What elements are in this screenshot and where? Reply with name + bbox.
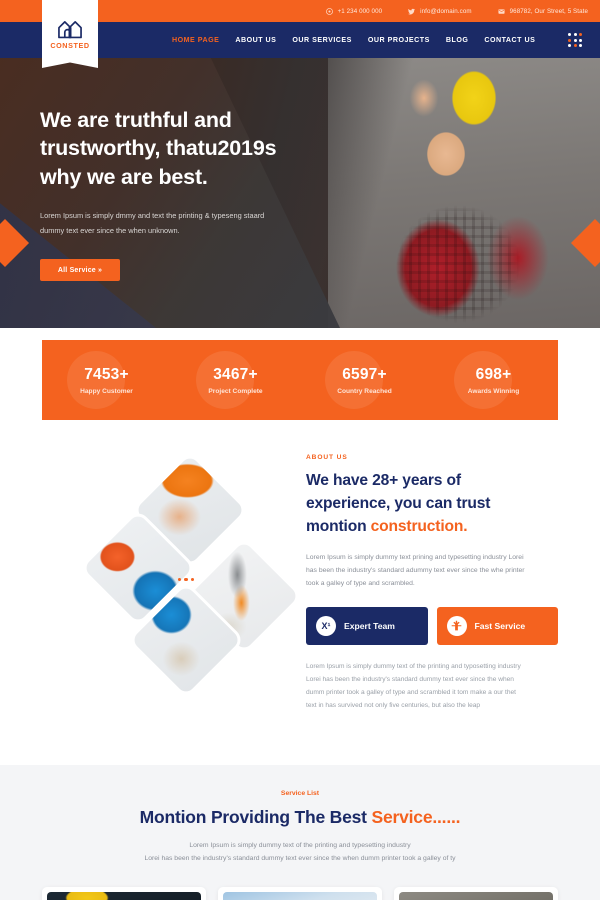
about-paragraph-2-line-3: dumm printer took a galley of type and s… (306, 688, 517, 696)
service-card[interactable] (394, 887, 558, 900)
about-paragraph-1-line-2: has been the industry's standard adummy … (306, 567, 525, 575)
grid-menu-icon[interactable] (568, 33, 582, 47)
topbar-address-text: 968782, Our Street, 5 State (509, 7, 588, 15)
stat-label: Project Complete (208, 387, 263, 395)
hero-content: We are truthful and trustworthy, thatu20… (40, 106, 340, 282)
hero-title-line-1: We are truthful and (40, 108, 232, 132)
about-title: We have 28+ years of experience, you can… (306, 470, 558, 539)
topbar-phone[interactable]: +1 234 000 000 (325, 7, 383, 15)
expert-team-button[interactable]: X¹ Expert Team (306, 606, 428, 645)
about-paragraph-1-line-3: took a galley of type and scrambled. (306, 580, 415, 588)
twitter-icon (408, 8, 416, 15)
stat-number: 7453+ (84, 365, 129, 383)
stat-number: 3467+ (213, 365, 258, 383)
stat-label: Happy Customer (80, 387, 133, 395)
service-subtitle-line-2: Lorei has been the industry's standard d… (144, 855, 456, 863)
nav-item-our-projects[interactable]: OUR PROJECTS (368, 36, 430, 44)
stat-awards-winning: 698+ Awards Winning (429, 351, 558, 409)
hero-subtitle-line-2: dummy text ever since the when unknown. (40, 226, 180, 236)
nav-item-about-us[interactable]: ABOUT US (235, 36, 276, 44)
about-paragraph-2-line-2: Lorei has been the industry's standard d… (306, 675, 514, 683)
about-paragraph-2: Lorem Ipsum is simply dummy text of the … (306, 660, 558, 713)
about-title-line-3: montion construction. (306, 516, 558, 539)
service-subtitle-line-1: Lorem Ipsum is simply dummy text of the … (189, 842, 411, 849)
topbar-email-text: info@domain.com (420, 7, 472, 15)
service-title: Montion Providing The Best Service...... (0, 807, 600, 828)
mail-icon (498, 8, 505, 15)
nav-item-our-services[interactable]: OUR SERVICES (292, 36, 351, 44)
about-title-line-2: experience, you can trust (306, 494, 491, 512)
about-section: ABOUT US We have 28+ years of experience… (0, 450, 600, 765)
about-paragraph-2-line-4: text in has survived not only five centu… (306, 702, 481, 710)
about-paragraph-1: Lorem Ipsum is simply dummy text prining… (306, 551, 558, 591)
nav-links: HOME PAGE ABOUT US OUR SERVICES OUR PROJ… (172, 36, 535, 44)
nav-item-blog[interactable]: BLOG (446, 36, 469, 44)
service-title-highlight: Service...... (371, 807, 461, 827)
stat-country-reached: 6597+ Country Reached (300, 351, 429, 409)
logo-text: CONSTED (50, 40, 90, 50)
about-title-highlight: construction. (370, 517, 468, 535)
stats-section: 7453+ Happy Customer 3467+ Project Compl… (0, 328, 600, 450)
fast-service-label: Fast Service (474, 620, 526, 631)
service-card-image (47, 892, 201, 900)
service-card-image (399, 892, 553, 900)
topbar-address[interactable]: 968782, Our Street, 5 State (498, 8, 588, 15)
phone-icon (325, 7, 333, 15)
stat-label: Country Reached (337, 387, 392, 395)
service-list-header: Service List Montion Providing The Best … (0, 765, 600, 866)
service-gear-icon (446, 615, 467, 636)
about-image-collage (78, 450, 304, 700)
expert-badge-icon: X¹ (316, 615, 336, 636)
stat-happy-customer: 7453+ Happy Customer (42, 351, 171, 409)
house-arch-icon (58, 20, 82, 38)
hero-subtitle-line-1: Lorem Ipsum is simply dmmy and text the … (40, 211, 265, 221)
stat-number: 698+ (475, 365, 512, 383)
all-service-button[interactable]: All Service » (40, 259, 120, 282)
about-paragraph-1-line-1: Lorem Ipsum is simply dummy text prining… (306, 553, 524, 561)
about-eyebrow: ABOUT US (306, 454, 348, 461)
landing-page: +1 234 000 000 info@domain.com 968782, O… (0, 0, 600, 900)
service-card-image (223, 892, 377, 900)
three-dots-icon (178, 578, 195, 582)
hero-title: We are truthful and trustworthy, thatu20… (40, 106, 340, 191)
about-paragraph-2-line-1: Lorem Ipsum is simply dummy text of the … (306, 662, 521, 670)
about-text-column: ABOUT US We have 28+ years of experience… (306, 454, 558, 712)
nav-item-contact-us[interactable]: CONTACT US (484, 36, 535, 44)
service-list-section: Service List Montion Providing The Best … (0, 765, 600, 900)
about-title-line-1: We have 28+ years of (306, 472, 461, 489)
about-title-plain: montion (306, 517, 371, 535)
hero-slider: We are truthful and trustworthy, thatu20… (0, 58, 600, 328)
stat-label: Awards Winning (467, 387, 520, 395)
service-eyebrow: Service List (280, 790, 320, 797)
service-subtitle: Lorem Ipsum is simply dummy text of the … (0, 839, 600, 866)
service-title-plain: Montion Providing The Best (139, 807, 372, 827)
hero-title-line-2: trustworthy, thatu2019s (40, 136, 277, 161)
site-logo[interactable]: CONSTED (42, 0, 98, 68)
topbar-phone-text: +1 234 000 000 (337, 7, 383, 15)
service-cards (42, 887, 558, 900)
stat-project-complete: 3467+ Project Complete (171, 351, 300, 409)
topbar-email[interactable]: info@domain.com (408, 7, 472, 15)
service-card[interactable] (42, 887, 206, 900)
fast-service-button[interactable]: Fast Service (436, 606, 558, 645)
stats-bar: 7453+ Happy Customer 3467+ Project Compl… (42, 340, 558, 420)
hero-title-line-3: why we are best. (40, 164, 208, 189)
top-contact-items: +1 234 000 000 info@domain.com 968782, O… (325, 7, 588, 15)
service-card[interactable] (218, 887, 382, 900)
nav-item-home-page[interactable]: HOME PAGE (172, 36, 219, 44)
hero-subtitle: Lorem Ipsum is simply dmmy and text the … (40, 208, 318, 238)
about-feature-buttons: X¹ Expert Team Fast Service (306, 606, 558, 645)
stat-number: 6597+ (342, 365, 387, 383)
expert-team-label: Expert Team (344, 620, 395, 631)
